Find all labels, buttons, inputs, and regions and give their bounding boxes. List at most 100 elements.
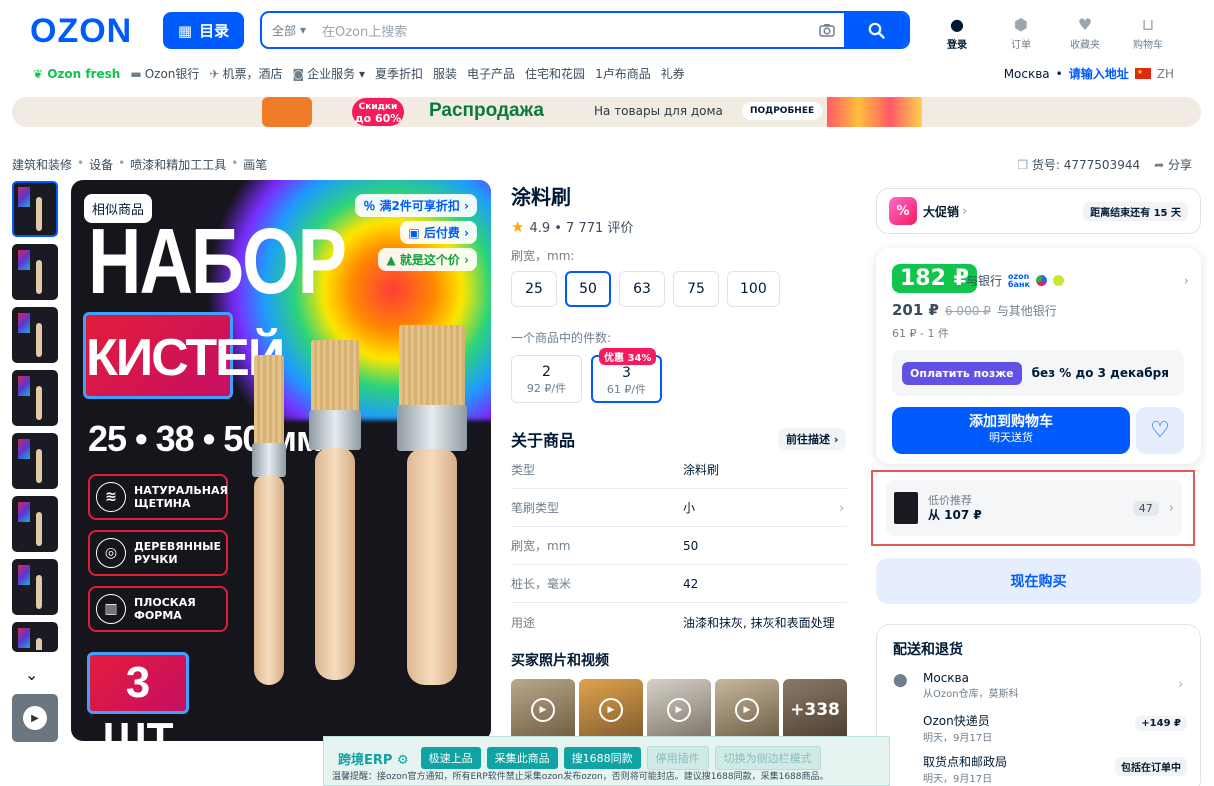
breadcrumb-item[interactable]: 喷漆和精加工工具 bbox=[130, 156, 226, 173]
cart-button[interactable]: ⊔ 购物车 bbox=[1120, 14, 1176, 51]
product-rating[interactable]: ★ 4.9 • 7 771 评价 bbox=[511, 217, 633, 237]
nav-1-rub[interactable]: 1卢布商品 bbox=[595, 65, 651, 82]
thumbnail[interactable] bbox=[12, 244, 58, 300]
play-icon: ▶ bbox=[531, 698, 555, 722]
similar-products-button[interactable]: 相似商品 bbox=[84, 194, 153, 223]
play-icon: ▶ bbox=[667, 698, 691, 722]
orders-button[interactable]: ⬢ 订单 bbox=[993, 14, 1049, 51]
buyer-video[interactable]: ▶ bbox=[511, 679, 575, 741]
disable-plugin-button[interactable]: 停用插件 bbox=[646, 746, 709, 770]
delivery-heading: 配送和退货 bbox=[893, 642, 963, 658]
pay-later-pill[interactable]: ▣ 后付费 › bbox=[400, 221, 477, 244]
buyer-video[interactable]: ▶ bbox=[647, 679, 711, 741]
login-button[interactable]: ● 登录 bbox=[929, 14, 985, 51]
video-thumbnail[interactable]: ▶ bbox=[12, 694, 58, 742]
search-1688-button[interactable]: 搜1688同款 bbox=[563, 747, 641, 769]
thumbnail[interactable] bbox=[12, 559, 58, 615]
ozon-logo[interactable]: OZON bbox=[30, 12, 132, 51]
thumbnail[interactable] bbox=[12, 370, 58, 426]
delivery-courier[interactable]: Ozon快递员 明天，9月17日 +149 ₽ bbox=[893, 712, 1187, 744]
gear-icon[interactable]: ⚙ bbox=[397, 753, 409, 768]
width-options: 25 50 63 75 100 bbox=[511, 271, 780, 307]
percent-icon: ％ bbox=[363, 199, 380, 213]
nav-tickets[interactable]: ✈ 机票，酒店 bbox=[209, 65, 282, 82]
thumbnail[interactable] bbox=[12, 496, 58, 552]
pack-label: 一个商品中的件数: bbox=[511, 331, 612, 345]
favorites-button[interactable]: ♥ 收藏夹 bbox=[1057, 14, 1113, 51]
nav-business[interactable]: ◙ 企业服务 ▾ bbox=[292, 65, 365, 82]
thumbnail[interactable] bbox=[12, 433, 58, 489]
share-button[interactable]: ➦ 分享 bbox=[1154, 156, 1192, 173]
location-selector[interactable]: Москва • 请输入地址 ZH bbox=[1004, 65, 1174, 82]
width-option[interactable]: 63 bbox=[619, 271, 665, 307]
breadcrumb-item[interactable]: 设备 bbox=[89, 156, 113, 173]
pack-option-selected[interactable]: 优惠 34% 3 61 ₽/件 bbox=[591, 348, 662, 403]
breadcrumb-item[interactable]: 建筑和装修 bbox=[12, 156, 72, 173]
width-option[interactable]: 75 bbox=[673, 271, 719, 307]
cheaper-offers-highlight: 低价推荐从 107 ₽ 47 › bbox=[871, 470, 1195, 546]
search-button[interactable] bbox=[844, 13, 908, 47]
thumbnail[interactable] bbox=[12, 622, 58, 652]
search-input[interactable]: 在Ozon上搜索 bbox=[318, 13, 810, 47]
towels-image bbox=[827, 97, 922, 127]
address-link[interactable]: 请输入地址 bbox=[1069, 65, 1129, 82]
thumbnail[interactable] bbox=[12, 307, 58, 363]
nav-home-garden[interactable]: 住宅和花园 bbox=[525, 65, 585, 82]
promo-strip[interactable]: % 大促销 › 距离结束还有 15 天 bbox=[876, 188, 1201, 234]
unit-price: 61 ₽ - 1 件 bbox=[892, 327, 949, 340]
spec-row[interactable]: 笔刷类型小 › bbox=[511, 489, 847, 527]
chevron-right-icon[interactable]: › bbox=[1184, 274, 1189, 289]
nav-gift-cards[interactable]: 礼券 bbox=[661, 65, 685, 82]
thumbnail[interactable] bbox=[12, 181, 58, 237]
width-option-selected[interactable]: 50 bbox=[565, 271, 611, 307]
add-to-cart-button[interactable]: 添加到购物车 明天送货 bbox=[892, 407, 1130, 454]
city: Москва bbox=[1003, 66, 1050, 81]
cheaper-offers[interactable]: 低价推荐从 107 ₽ 47 › bbox=[886, 480, 1182, 536]
pack-option[interactable]: 2 92 ₽/件 bbox=[511, 355, 582, 403]
multi-buy-discount-pill[interactable]: ％ 满2件可享折扣 › bbox=[355, 194, 477, 217]
image-title-line1: НАБОР bbox=[88, 209, 347, 313]
pay-later-button[interactable]: Оплатить позже bbox=[902, 361, 1022, 385]
old-price: 6 000 ₽ bbox=[944, 304, 991, 318]
go-to-description-link[interactable]: 前往描述 › bbox=[778, 428, 847, 450]
nav-summer-sale[interactable]: 夏季折扣 bbox=[375, 65, 423, 82]
nav-bank[interactable]: ▬ Ozon银行 bbox=[130, 65, 199, 82]
location-pin-icon: ⬤ bbox=[893, 673, 908, 688]
chevron-down-icon[interactable]: ⌄ bbox=[25, 665, 38, 684]
more-photos-button[interactable]: +338 bbox=[783, 679, 847, 741]
width-option[interactable]: 100 bbox=[727, 271, 780, 307]
width-option[interactable]: 25 bbox=[511, 271, 557, 307]
chevron-down-icon: ▾ bbox=[355, 67, 365, 81]
search-bar: 全部 ▾ 在Ozon上搜索 bbox=[260, 11, 910, 49]
nav-clothes[interactable]: 服装 bbox=[433, 65, 457, 82]
breadcrumb-item[interactable]: 画笔 bbox=[243, 156, 267, 173]
buyer-video[interactable]: ▶ bbox=[715, 679, 779, 741]
sku[interactable]: ❐ 货号: 4777503944 bbox=[1017, 156, 1140, 173]
ozon-bank-logo: ozon банк bbox=[1008, 271, 1030, 289]
box-icon: ⬢ bbox=[1014, 15, 1028, 34]
collect-product-button[interactable]: 采集此商品 bbox=[486, 747, 558, 769]
language[interactable]: ZH bbox=[1157, 67, 1174, 81]
feature-badge: ≋ НАТУРАЛЬНАЯ ЩЕТИНА bbox=[88, 474, 228, 520]
nav-ozon-fresh[interactable]: ❦ Ozon fresh bbox=[33, 67, 120, 81]
best-price-pill[interactable]: ▲ 就是这个价 › bbox=[378, 248, 477, 271]
spec-table: 类型 涂料刷 笔刷类型小 › 刷宽，mm 50 桩长，毫米 42 用途 油漆和抹灰, 抹灰… bbox=[511, 451, 847, 641]
sidebar-mode-button[interactable]: 切换为侧边栏模式 bbox=[714, 746, 821, 770]
favorite-button[interactable]: ♡ bbox=[1136, 407, 1184, 454]
delivery-pickup[interactable]: 取货点和邮政局 明天，9月17日 包括在订单中 bbox=[893, 753, 1187, 785]
quick-list-button[interactable]: 极速上品 bbox=[420, 747, 481, 769]
erp-plugin-toolbar: 跨境ERP ⚙ 极速上品 采集此商品 搜1688同款 停用插件 切换为侧边栏模式… bbox=[323, 736, 890, 786]
nav-electronics[interactable]: 电子产品 bbox=[467, 65, 515, 82]
banner-more-button[interactable]: ПОДРОБНЕЕ bbox=[742, 102, 823, 120]
promo-banner[interactable]: Скидки до 60% Распродажа На товары для д… bbox=[12, 97, 1201, 127]
buy-now-button[interactable]: 现在购买 bbox=[876, 558, 1201, 604]
buyer-video[interactable]: ▶ bbox=[579, 679, 643, 741]
regular-price: 201 ₽ 6 000 ₽ 与其他银行 bbox=[892, 301, 1057, 319]
camera-icon[interactable] bbox=[810, 13, 844, 47]
pay-later-block[interactable]: Оплатить позже без % до 3 декабря bbox=[892, 350, 1184, 396]
delivery-location[interactable]: ⬤ Москва 从Ozon仓库，莫斯科 › bbox=[893, 671, 1187, 700]
catalog-button[interactable]: ▦ 目录 bbox=[163, 12, 244, 49]
play-icon: ▶ bbox=[735, 698, 759, 722]
product-main-image[interactable]: НАБОР КИСТЕЙ 25 • 38 • 50 мм ≋ НАТУРАЛЬН… bbox=[71, 180, 491, 741]
search-scope-select[interactable]: 全部 ▾ bbox=[262, 13, 318, 47]
